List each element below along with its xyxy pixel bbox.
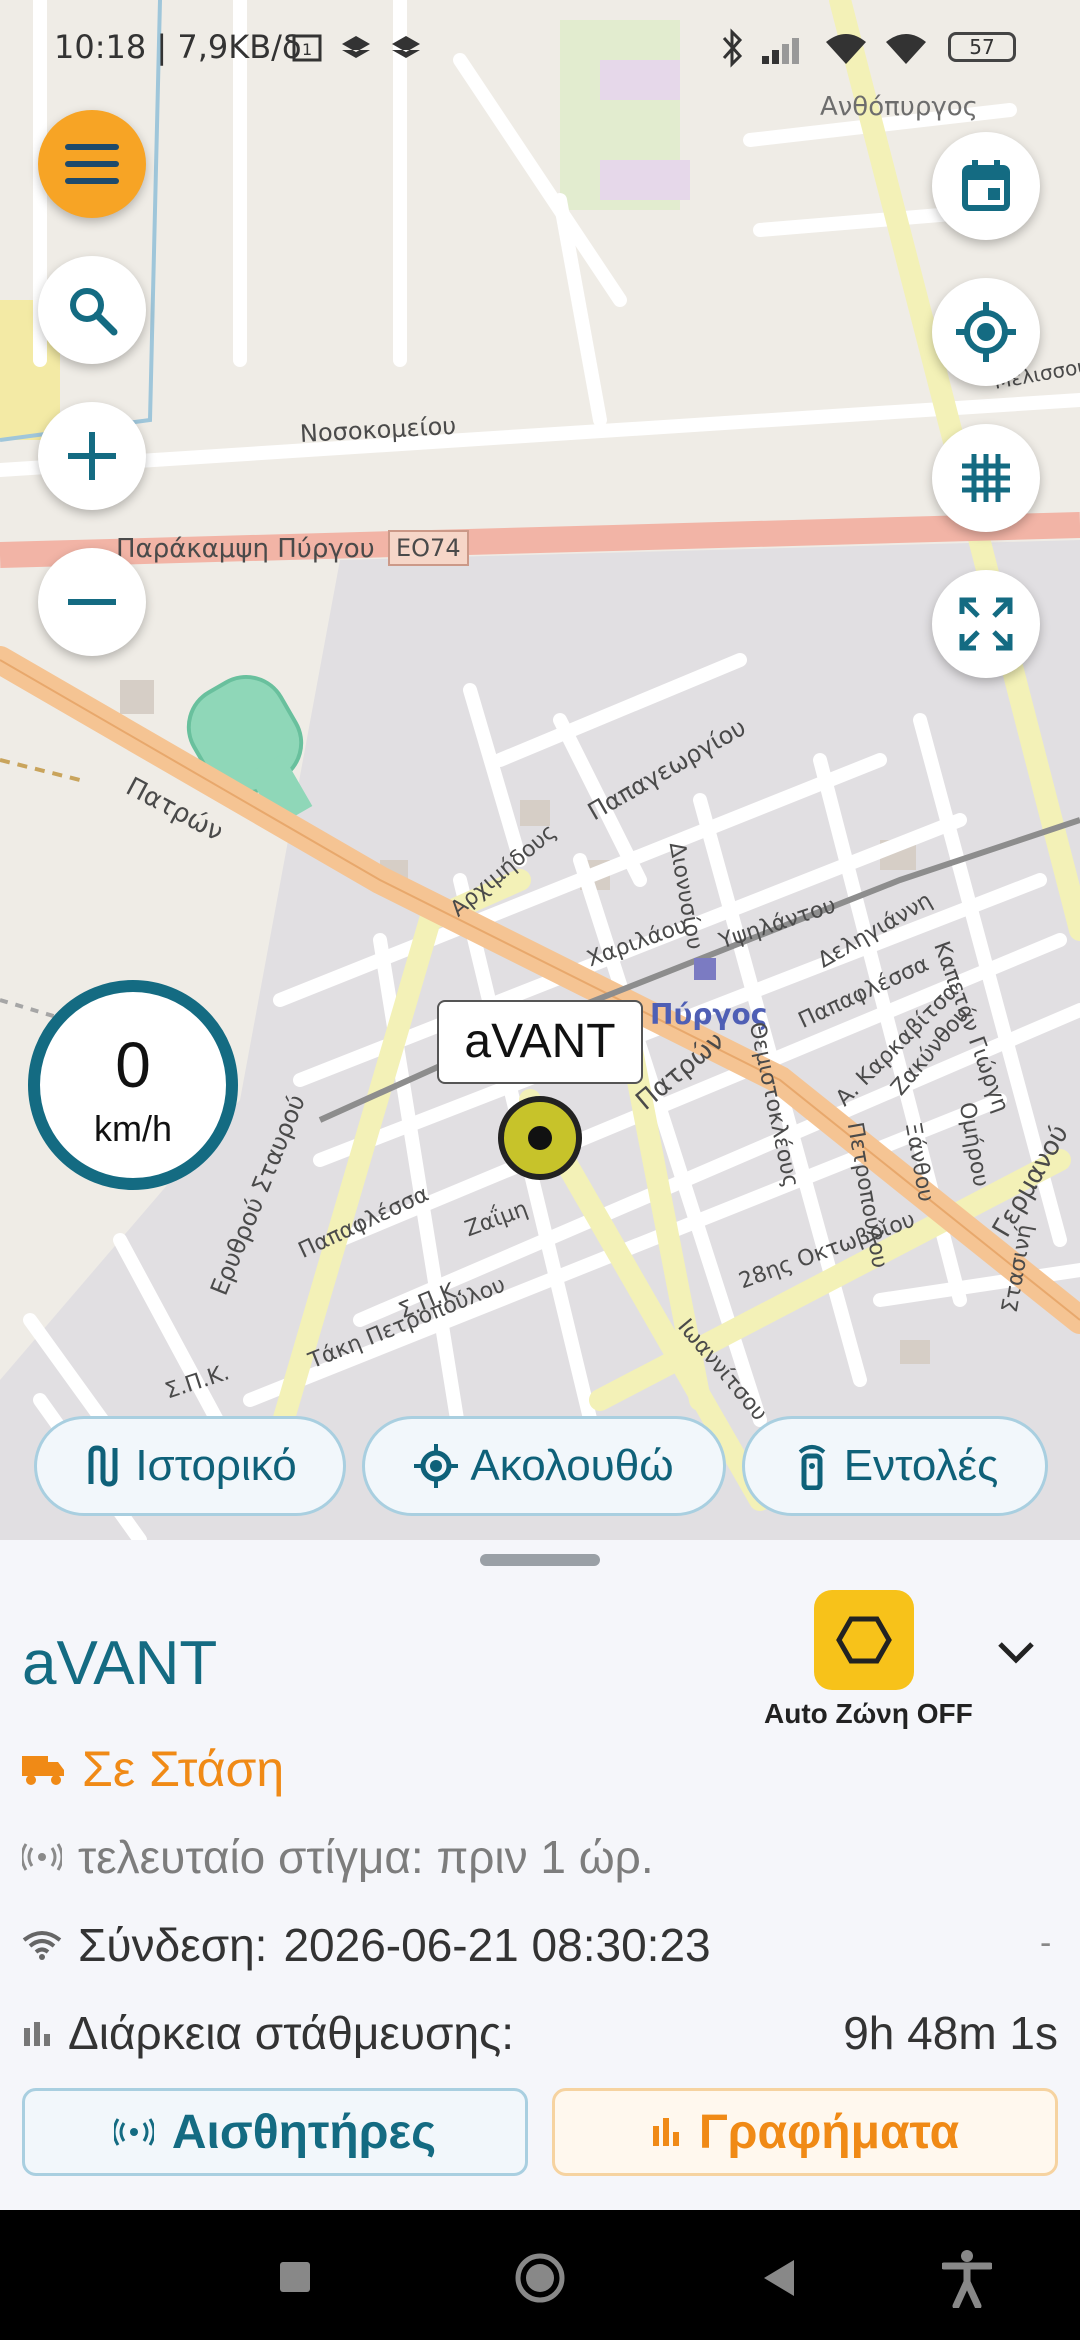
calendar-icon — [962, 160, 1010, 211]
auto-zone-button[interactable] — [814, 1590, 914, 1690]
parking-label: Διάρκεια στάθμευσης: — [68, 2007, 514, 2059]
accessibility-icon[interactable] — [942, 2250, 992, 2308]
signal-strength-icon — [762, 38, 799, 64]
last-fix-text: τελευταίο στίγμα: πριν 1 ώρ. — [78, 1831, 654, 1883]
vehicle-status: Σε Στάση — [82, 1741, 285, 1797]
status-bar: 10:18 | 7,9KB/δ 1 57 — [0, 0, 1080, 96]
bar-chart-icon — [24, 2022, 50, 2046]
locate-button[interactable] — [932, 278, 1040, 386]
connection-dash: - — [1040, 1924, 1052, 1962]
search-icon — [70, 288, 118, 336]
remote-icon — [798, 1445, 825, 1490]
follow-icon — [414, 1444, 459, 1488]
speed-value: 0 — [115, 1029, 151, 1101]
battery-icon: 57 — [948, 32, 1016, 62]
wifi-icon — [22, 1931, 62, 1960]
connection-row: Σύνδεση: 2026-06-21 08:30:23 — [22, 1918, 711, 1972]
signal-icon — [22, 1843, 62, 1871]
chevron-down-icon[interactable] — [996, 1640, 1036, 1666]
wifi-icon — [826, 34, 866, 64]
sheet-drag-handle[interactable] — [480, 1554, 600, 1566]
recents-icon[interactable] — [278, 2260, 312, 2294]
history-icon — [88, 1445, 118, 1487]
vehicle-marker-label[interactable]: aVANT — [437, 1000, 643, 1084]
map-label: Παράκαμψη Πύργου — [116, 534, 375, 564]
commands-chip-label: Εντολές — [843, 1441, 999, 1490]
calendar-button[interactable] — [932, 132, 1040, 240]
sensors-icon — [113, 2118, 154, 2146]
map-view[interactable]: Νοσοκομείου Παράκαμψη Πύργου ΕΟ74 Πατρών… — [0, 0, 1080, 1540]
layers-icon — [392, 36, 420, 58]
follow-chip[interactable]: Ακολουθώ — [362, 1416, 726, 1516]
home-icon[interactable] — [512, 2250, 568, 2306]
svg-text:1: 1 — [302, 40, 312, 59]
zoom-out-button[interactable] — [38, 548, 146, 656]
locate-icon — [956, 302, 1016, 362]
commands-chip[interactable]: Εντολές — [742, 1416, 1048, 1516]
last-fix-row: τελευταίο στίγμα: πριν 1 ώρ. — [22, 1830, 654, 1884]
truck-icon — [22, 1756, 64, 1785]
grid-icon — [962, 454, 1010, 502]
back-icon[interactable] — [762, 2258, 796, 2298]
vehicle-bottom-sheet: aVANT Auto Ζώνη OFF Σε Στάση τελευταίο σ… — [0, 1540, 1080, 2210]
charts-button[interactable]: Γραφήματα — [552, 2088, 1058, 2176]
zoom-in-icon — [68, 432, 116, 480]
history-chip[interactable]: Ιστορικό — [34, 1416, 346, 1516]
parking-duration: 9h 48m 1s — [843, 2007, 1058, 2059]
bluetooth-icon — [722, 28, 743, 68]
parking-row: Διάρκεια στάθμευσης: — [22, 2006, 514, 2060]
vehicle-status-row: Σε Στάση — [22, 1740, 284, 1798]
speed-unit: km/h — [93, 1108, 172, 1149]
map-tiles — [0, 0, 1080, 1540]
auto-zone-label: Auto Ζώνη OFF — [764, 1698, 973, 1729]
wifi-icon — [886, 34, 926, 64]
map-label: Ανθόπυργος — [820, 92, 978, 122]
menu-button[interactable] — [38, 110, 146, 218]
connection-value: 2026-06-21 08:30:23 — [283, 1919, 711, 1971]
hexagon-icon — [836, 1616, 892, 1664]
menu-icon — [65, 144, 119, 184]
vehicle-name: aVANT — [22, 1629, 218, 1698]
zoom-in-button[interactable] — [38, 402, 146, 510]
charts-button-label: Γραφήματα — [698, 2105, 960, 2159]
map-label: ΕΟ74 — [388, 530, 469, 566]
grid-button[interactable] — [932, 424, 1040, 532]
speed-gauge: 0 km/h — [28, 980, 238, 1190]
follow-chip-label: Ακολουθώ — [470, 1441, 674, 1490]
sensors-button-label: Αισθητήρες — [171, 2105, 437, 2159]
zoom-out-icon — [68, 599, 116, 605]
history-chip-label: Ιστορικό — [135, 1441, 297, 1490]
fullscreen-button[interactable] — [932, 570, 1040, 678]
sim-icon: 1 — [292, 34, 322, 62]
connection-label: Σύνδεση: — [78, 1919, 268, 1971]
bar-chart-icon — [652, 2118, 679, 2146]
sensors-button[interactable]: Αισθητήρες — [22, 2088, 528, 2176]
layers-icon — [342, 36, 370, 58]
system-nav-bar — [0, 2210, 1080, 2340]
fullscreen-icon — [959, 597, 1013, 651]
vehicle-marker[interactable] — [498, 1096, 582, 1180]
search-button[interactable] — [38, 256, 146, 364]
status-time: 10:18 | 7,9KB/δ — [54, 28, 302, 66]
